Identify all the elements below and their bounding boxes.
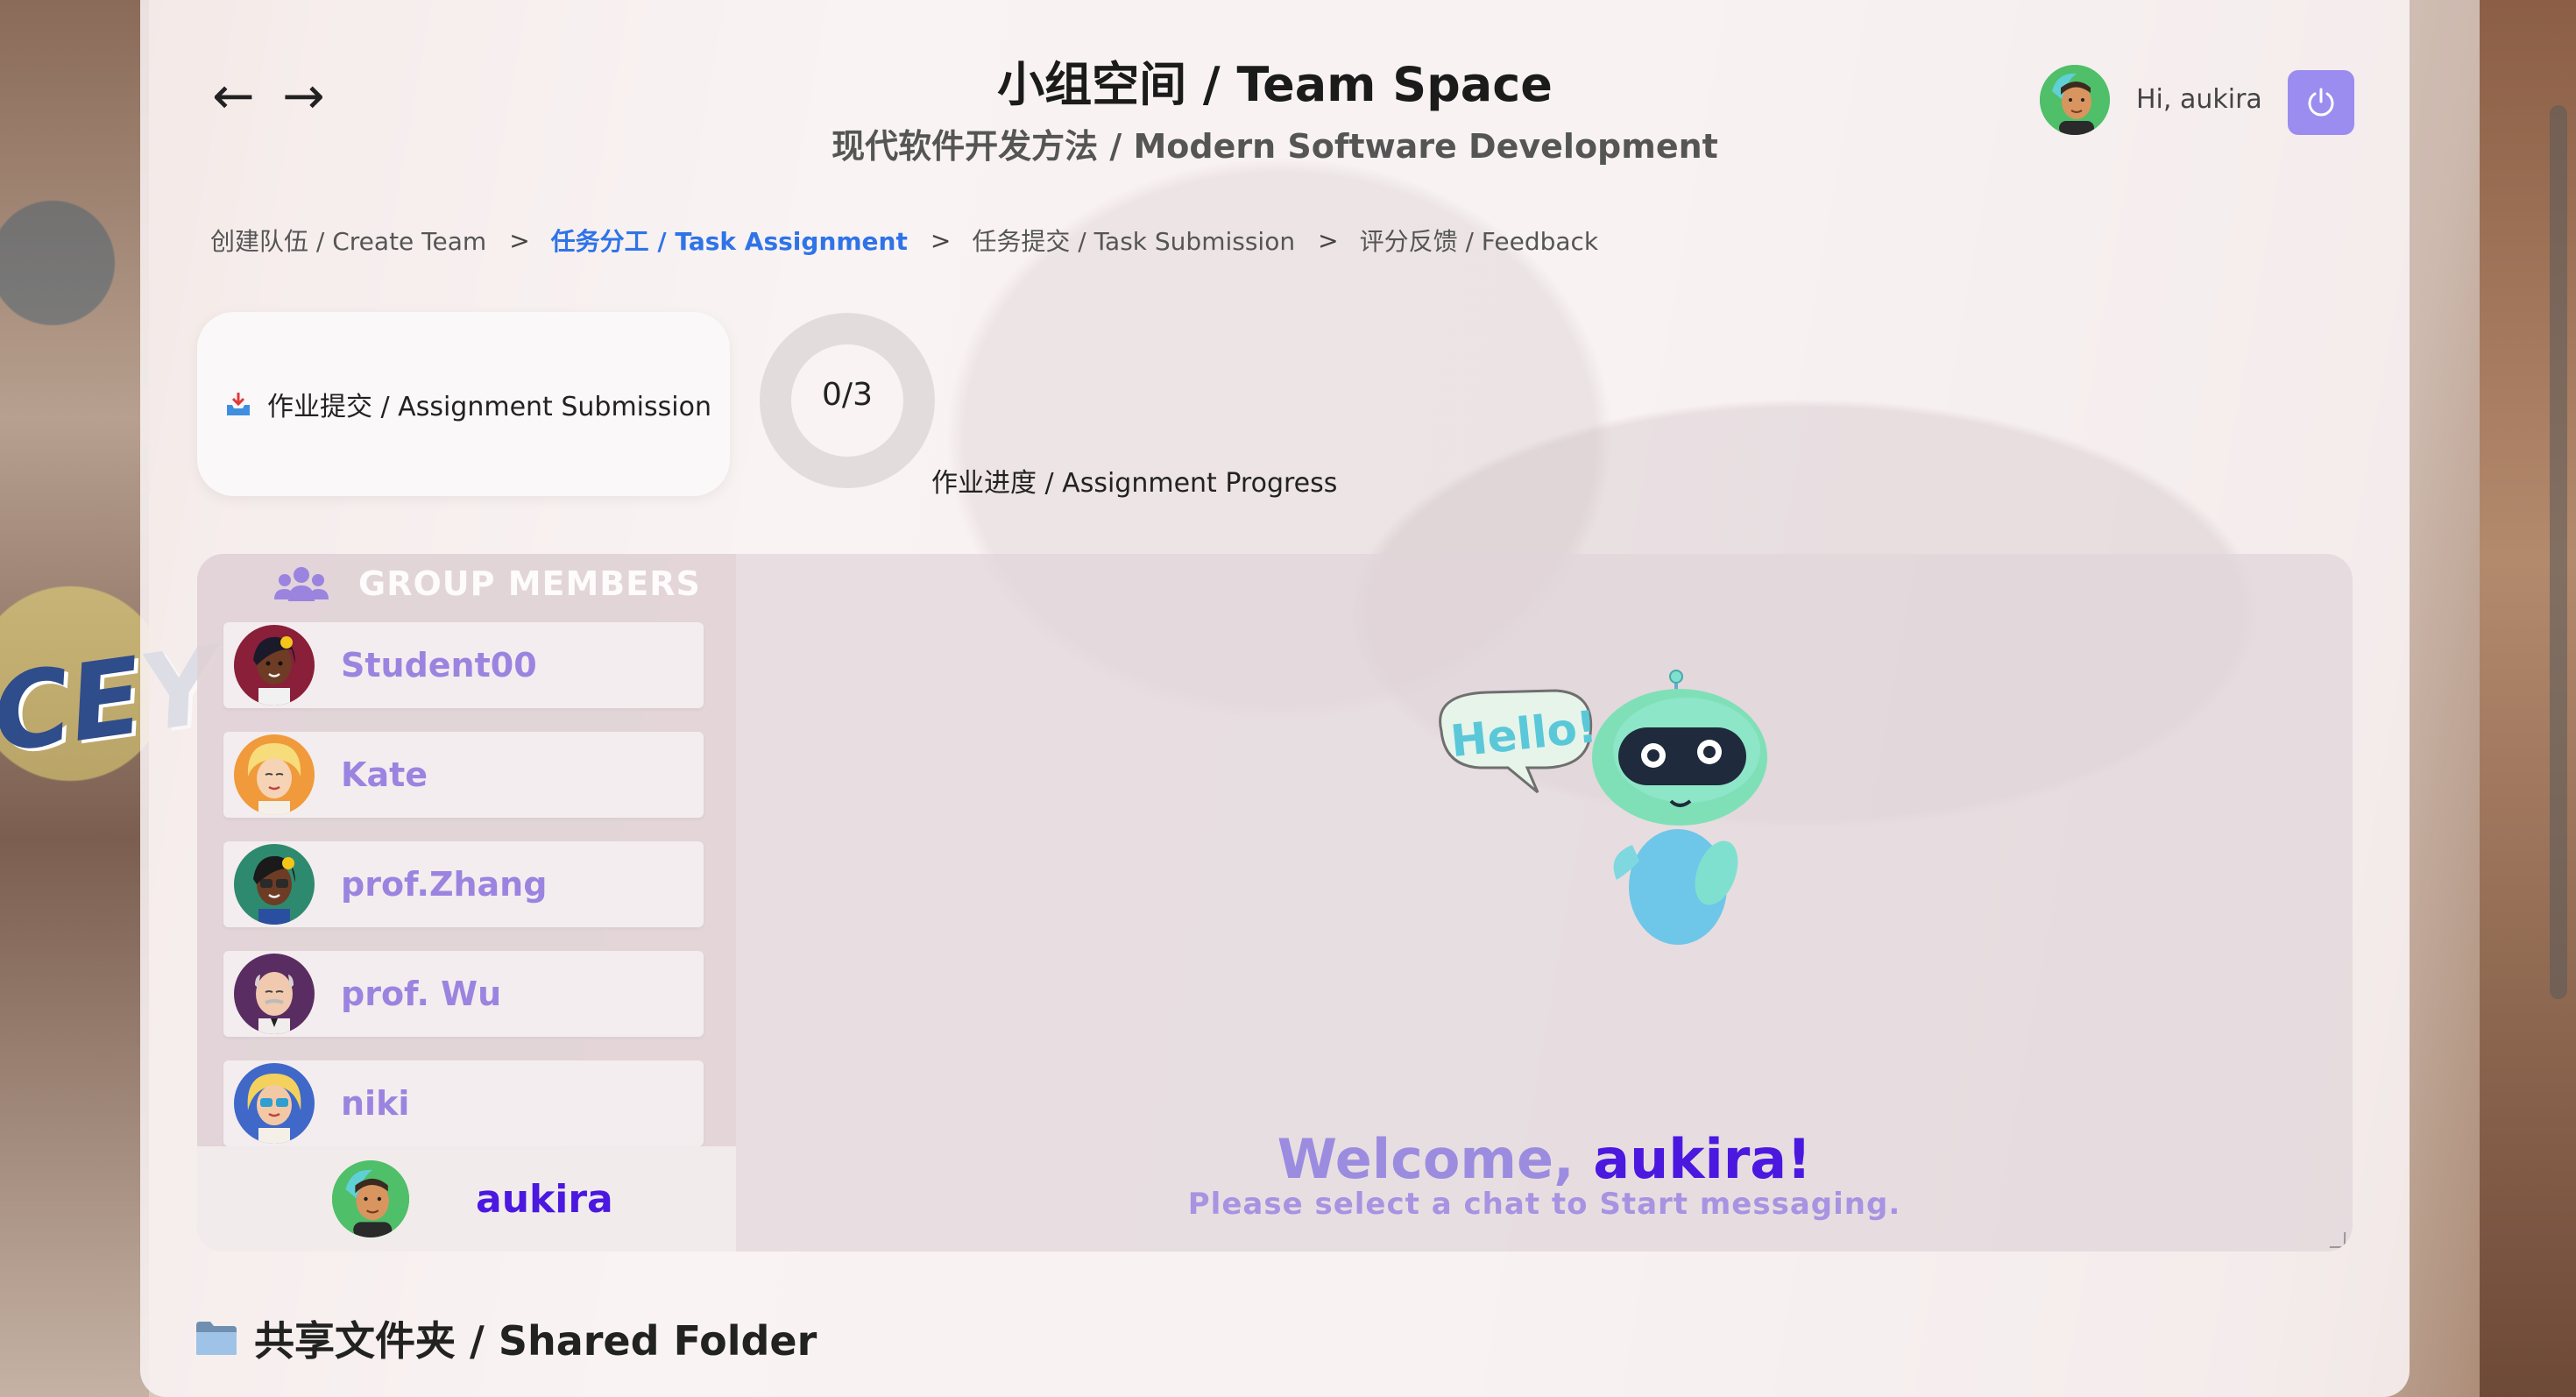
member-avatar xyxy=(234,1063,315,1144)
welcome-username: aukira! xyxy=(1593,1127,1812,1191)
page-scrollbar[interactable] xyxy=(2550,105,2567,999)
background-illustration-left: CEY xyxy=(0,0,225,1397)
member-name: Student00 xyxy=(341,646,537,684)
breadcrumb-task-submission[interactable]: 任务提交 / Task Submission xyxy=(972,223,1295,258)
breadcrumb-separator: > xyxy=(930,225,952,255)
assignment-submission-button[interactable]: 作业提交 / Assignment Submission xyxy=(197,312,730,496)
assignment-progress-count: 0/3 xyxy=(822,377,873,413)
power-icon xyxy=(2308,88,2334,117)
member-item-kate[interactable]: Kate xyxy=(223,732,704,818)
chat-container: GROUP MEMBERS Student00 Kate prof.Zhang … xyxy=(197,554,2353,1252)
member-name: prof.Zhang xyxy=(341,865,548,904)
breadcrumb-task-assignment[interactable]: 任务分工 / Task Assignment xyxy=(551,223,908,258)
group-members-header: GROUP MEMBERS xyxy=(274,564,701,603)
member-item-student00[interactable]: Student00 xyxy=(223,622,704,708)
member-avatar xyxy=(234,844,315,925)
breadcrumb: 创建队伍 / Create Team > 任务分工 / Task Assignm… xyxy=(210,223,1598,258)
member-avatar xyxy=(234,734,315,815)
shared-folder-section-title: 共享文件夹 / Shared Folder xyxy=(195,1309,817,1367)
shared-folder-title: 共享文件夹 / Shared Folder xyxy=(254,1317,817,1365)
greeting-text: Hi, aukira xyxy=(2136,84,2262,115)
assignment-submission-label: 作业提交 / Assignment Submission xyxy=(267,392,711,422)
current-user-row: aukira xyxy=(197,1146,736,1252)
breadcrumb-separator: > xyxy=(1318,225,1339,255)
team-space-panel: ← → 小组空间 / Team Space 现代软件开发方法 / Modern … xyxy=(140,0,2410,1397)
member-avatar xyxy=(234,954,315,1034)
resize-handle[interactable] xyxy=(2329,1232,2346,1248)
current-user-name: aukira xyxy=(476,1176,613,1222)
breadcrumb-create-team[interactable]: 创建队伍 / Create Team xyxy=(210,223,486,258)
group-members-sidebar: GROUP MEMBERS Student00 Kate prof.Zhang … xyxy=(197,554,736,1252)
users-icon xyxy=(274,567,329,601)
user-avatar[interactable] xyxy=(2040,65,2110,135)
member-item-niki[interactable]: niki xyxy=(223,1060,704,1146)
robot-mascot-illustration: Hello! xyxy=(1439,670,1767,945)
member-item-prof-zhang[interactable]: prof.Zhang xyxy=(223,841,704,927)
welcome-prefix: Welcome, xyxy=(1277,1127,1594,1191)
welcome-heading: Welcome, aukira! xyxy=(736,1127,2353,1191)
member-name: prof. Wu xyxy=(341,975,502,1013)
member-item-prof-wu[interactable]: prof. Wu xyxy=(223,951,704,1037)
member-name: niki xyxy=(341,1084,410,1123)
member-avatar xyxy=(234,625,315,706)
folder-icon xyxy=(196,1322,237,1355)
group-members-title: GROUP MEMBERS xyxy=(358,564,701,603)
breadcrumb-separator: > xyxy=(509,225,530,255)
inbox-tray-icon xyxy=(227,393,250,415)
current-user-avatar xyxy=(332,1160,409,1237)
logout-button[interactable] xyxy=(2288,70,2354,135)
welcome-subtitle: Please select a chat to Start messaging. xyxy=(1187,1187,1901,1222)
assignment-progress-label: 作业进度 / Assignment Progress xyxy=(931,468,1338,499)
member-name: Kate xyxy=(341,755,428,794)
breadcrumb-feedback[interactable]: 评分反馈 / Feedback xyxy=(1360,223,1599,258)
